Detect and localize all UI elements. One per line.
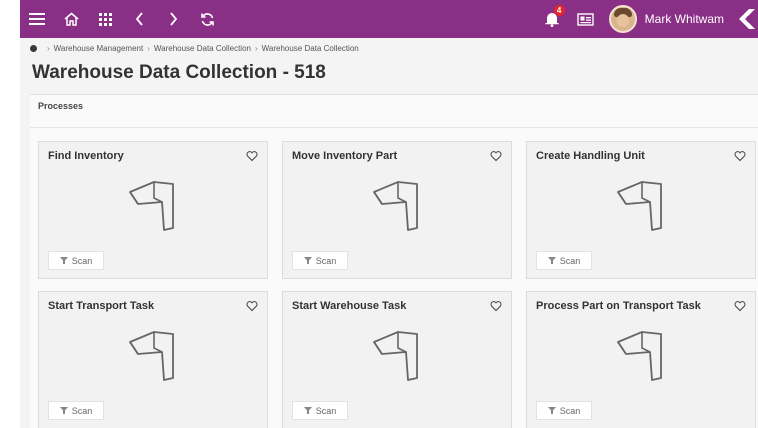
scan-button[interactable]: Scan [536,251,592,270]
scan-funnel-icon [59,257,68,264]
scan-funnel-icon [303,257,312,264]
scan-button[interactable]: Scan [48,401,104,420]
refresh-icon[interactable] [190,0,224,38]
scan-label: Scan [71,405,93,416]
process-card-process-part-on-transport-task[interactable]: Process Part on Transport Task Scan [526,291,756,428]
process-card-start-transport-task[interactable]: Start Transport Task Scan [38,291,268,428]
scan-funnel-icon [303,407,312,414]
page-title: Warehouse Data Collection - 518 [32,62,326,83]
notification-badge: 4 [553,5,565,16]
card-title: Start Transport Task [48,300,155,312]
top-navigation-bar: 4 Mark Whitwam [20,0,758,38]
divider [30,127,758,128]
process-card-create-handling-unit[interactable]: Create Handling Unit Scan [526,141,756,279]
scan-label: Scan [315,405,337,416]
scan-funnel-icon [547,257,556,264]
card-title: Move Inventory Part [292,150,398,162]
heart-icon[interactable] [734,300,746,312]
scan-funnel-icon [59,407,68,414]
app-frame: 4 Mark Whitwam › Warehouse Management › … [20,0,758,428]
process-card-move-inventory-part[interactable]: Move Inventory Part Scan [282,141,512,279]
heart-icon[interactable] [490,150,502,162]
breadcrumb-separator: › [254,43,258,53]
breadcrumb-item: Warehouse Data Collection [261,43,359,53]
card-title: Start Warehouse Task [292,300,407,312]
home-icon[interactable] [54,0,88,38]
notifications-button[interactable]: 4 [535,0,569,38]
scan-button[interactable]: Scan [292,401,348,420]
breadcrumb-home-dot[interactable] [30,44,37,52]
barcode-scanner-icon [373,331,418,381]
breadcrumb-separator: › [47,43,50,53]
breadcrumb: › Warehouse Management › Warehouse Data … [30,40,359,56]
processes-panel: Processes Find Inventory Scan Move Inven… [30,94,758,428]
breadcrumb-separator: › [147,43,150,53]
scan-button[interactable]: Scan [536,401,592,420]
breadcrumb-item[interactable]: Warehouse Management [54,44,144,53]
barcode-scanner-icon [617,181,662,231]
scan-label: Scan [559,255,581,266]
scan-funnel-icon [547,407,556,414]
chevron-right-icon[interactable] [156,0,190,38]
heart-icon[interactable] [246,300,258,312]
process-card-start-warehouse-task[interactable]: Start Warehouse Task Scan [282,291,512,428]
breadcrumb-item[interactable]: Warehouse Data Collection [154,44,251,53]
chevron-left-icon[interactable] [122,0,156,38]
scan-label: Scan [559,405,581,416]
scan-label: Scan [71,255,93,266]
processes-header: Processes [38,101,84,111]
heart-icon[interactable] [490,300,502,312]
id-card-icon[interactable] [569,0,603,38]
process-card-find-inventory[interactable]: Find Inventory Scan [38,141,268,279]
apps-grid-icon[interactable] [88,0,122,38]
avatar-face [616,14,629,27]
barcode-scanner-icon [129,331,174,381]
card-title: Find Inventory [48,150,124,162]
barcode-scanner-icon [373,181,418,231]
scan-button[interactable]: Scan [48,251,104,270]
card-title: Create Handling Unit [536,150,645,162]
barcode-scanner-icon [129,181,174,231]
card-title: Process Part on Transport Task [536,300,701,312]
scan-button[interactable]: Scan [292,251,348,270]
barcode-scanner-icon [617,331,662,381]
avatar[interactable] [608,5,637,33]
heart-icon[interactable] [246,150,258,162]
scan-label: Scan [315,255,337,266]
menu-icon[interactable] [20,0,54,38]
user-name[interactable]: Mark Whitwam [645,12,724,26]
company-logo-icon [736,0,758,38]
heart-icon[interactable] [734,150,746,162]
